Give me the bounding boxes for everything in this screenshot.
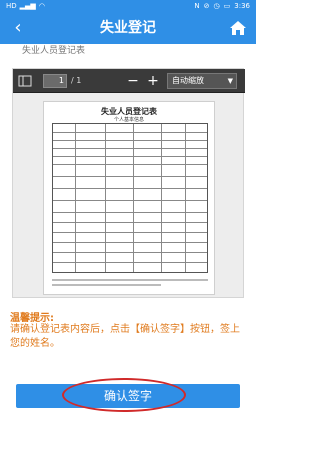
tip-text: 请确认登记表内容后，点击【确认签字】按钮，签上您的姓名。 bbox=[10, 324, 240, 349]
table-column bbox=[75, 124, 76, 272]
table-column bbox=[105, 124, 106, 272]
pdf-page: 失业人员登记表 个人基本信息 bbox=[43, 101, 215, 295]
tip-title: 温馨提示: bbox=[10, 313, 54, 324]
table-column bbox=[185, 124, 186, 272]
table-row bbox=[53, 148, 207, 149]
table-row bbox=[53, 132, 207, 133]
table-row bbox=[53, 212, 207, 213]
table-column bbox=[161, 124, 162, 272]
home-icon[interactable] bbox=[228, 18, 248, 38]
zoom-select[interactable]: 自动缩放 ▼ bbox=[167, 73, 237, 89]
table-row bbox=[53, 222, 207, 223]
footnote-line bbox=[52, 284, 162, 286]
table-row bbox=[53, 232, 207, 233]
pdf-viewer: 1 / 1 − + 自动缩放 ▼ 失业人员登记表 个人基本信息 bbox=[12, 68, 245, 298]
signal-icon: ▂▄▆ bbox=[19, 2, 36, 10]
table-column bbox=[133, 124, 134, 272]
chevron-down-icon: ▼ bbox=[227, 77, 233, 85]
document-section: 个人基本信息 bbox=[113, 117, 144, 123]
footnote-line bbox=[52, 279, 208, 281]
zoom-in-button[interactable]: + bbox=[145, 71, 161, 91]
zoom-out-button[interactable]: − bbox=[125, 71, 141, 91]
alarm-icon: ◷ bbox=[213, 2, 220, 10]
document-footnote bbox=[52, 276, 208, 292]
table-row bbox=[53, 176, 207, 177]
status-bar: HD ▂▄▆ ◠ N ⊘ ◷ ▭ 3:36 bbox=[0, 0, 256, 12]
mute-icon: ⊘ bbox=[203, 2, 210, 10]
table-row bbox=[53, 242, 207, 243]
table-row bbox=[53, 200, 207, 201]
hd-icon: HD bbox=[6, 2, 17, 10]
page-title: 失业登记 bbox=[100, 20, 156, 36]
status-left: HD ▂▄▆ ◠ bbox=[6, 0, 45, 12]
status-time: 3:36 bbox=[234, 2, 250, 10]
table-row bbox=[53, 164, 207, 165]
confirm-sign-button[interactable]: 确认签字 bbox=[16, 384, 240, 408]
table-row bbox=[53, 188, 207, 189]
nfc-icon: N bbox=[194, 2, 200, 10]
status-right: N ⊘ ◷ ▭ 3:36 bbox=[194, 0, 250, 12]
app-bar: ‹ 失业登记 bbox=[0, 12, 256, 44]
table-row bbox=[53, 252, 207, 253]
form-subtitle: 失业人员登记表 bbox=[22, 46, 86, 56]
wifi-icon: ◠ bbox=[38, 2, 45, 10]
battery-icon: ▭ bbox=[223, 2, 231, 10]
zoom-select-value: 自动缩放 bbox=[172, 76, 204, 85]
page-total: / 1 bbox=[71, 76, 82, 85]
table-row bbox=[53, 156, 207, 157]
sidebar-toggle-icon[interactable] bbox=[17, 73, 33, 89]
document-form-table bbox=[52, 123, 208, 273]
table-row bbox=[53, 140, 207, 141]
pdf-toolbar: 1 / 1 − + 自动缩放 ▼ bbox=[13, 69, 245, 93]
page-number-input[interactable]: 1 bbox=[43, 74, 67, 88]
table-row bbox=[53, 262, 207, 263]
